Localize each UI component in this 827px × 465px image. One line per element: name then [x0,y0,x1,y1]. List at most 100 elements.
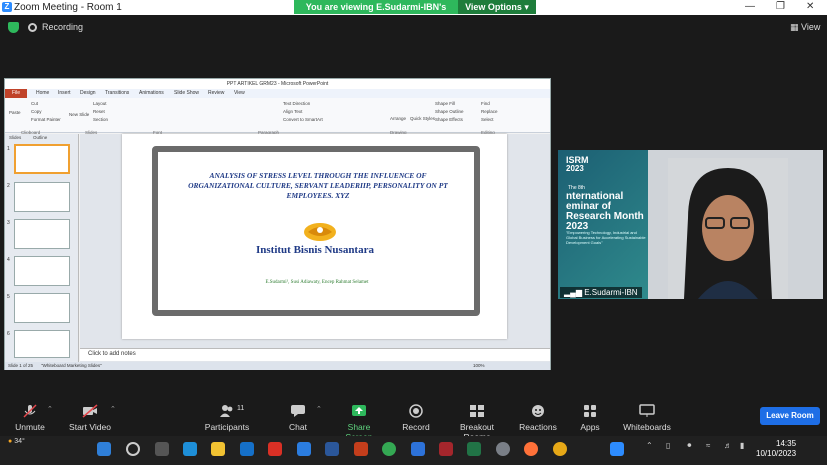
zoom-taskbar-icon[interactable] [610,442,624,456]
ppt-tab-transitions[interactable]: Transitions [105,90,129,96]
participant-video-tile[interactable]: ISRM 2023 The 8th nternational eminar of… [558,150,823,299]
reactions-button[interactable]: Reactions [518,404,558,432]
ribbon-shape-fill[interactable]: Shape Fill [435,101,455,106]
maximize-icon[interactable]: ❐ [776,1,785,12]
tray-chevron-icon[interactable]: ⌃ [646,441,653,450]
ribbon-reset[interactable]: Reset [93,109,105,114]
video-options-chevron-icon[interactable]: ⌃ [110,405,116,413]
ribbon-shape-effects[interactable]: Shape Effects [435,117,463,122]
start-video-button[interactable]: Start Video [67,404,113,432]
volume-icon[interactable]: ♬ [724,441,732,450]
panel-tab-outline[interactable]: Outline [33,135,47,140]
status-slide-count: Slide 1 of 25 [8,363,34,368]
ppt-tab-review[interactable]: Review [208,90,224,96]
weather-icon: ● [8,438,13,445]
slide-thumbnail[interactable] [14,219,70,249]
leave-room-button[interactable]: Leave Room [760,407,820,425]
zoom-level[interactable]: 100% [473,363,485,368]
edge-browser-icon[interactable] [183,442,197,456]
ribbon-format-painter[interactable]: Format Painter [31,117,61,122]
ribbon-arrange[interactable]: Arrange [390,116,406,121]
weather-widget[interactable]: ● 34° [8,438,25,445]
ribbon-select[interactable]: Select [481,117,494,122]
store-icon[interactable] [297,442,311,456]
wifi-icon[interactable]: ≈ [706,441,710,450]
ribbon-new-slide[interactable]: New Slide [69,112,89,117]
record-icon [409,404,423,418]
minimize-icon[interactable]: — [745,1,755,12]
search-icon[interactable] [126,442,140,456]
start-video-label: Start Video [69,422,111,432]
ppt-ribbon-tabs: Home Insert Design Transitions Animation… [5,89,550,98]
media-player-icon[interactable] [553,442,567,456]
chat-button[interactable]: Chat [285,404,311,432]
battery-icon[interactable]: ▮ [740,441,744,450]
whiteboards-button[interactable]: Whiteboards [620,404,674,432]
audio-options-chevron-icon[interactable]: ⌃ [47,405,53,413]
ppt-tab-animations[interactable]: Animations [139,90,164,96]
ribbon-layout[interactable]: Layout [93,101,107,106]
unmute-button[interactable]: Unmute [12,404,48,432]
ribbon-cut[interactable]: Cut [31,101,38,106]
seminar-tagline: "Empowering Technology, Industrial and G… [566,230,646,245]
app-icon[interactable] [439,442,453,456]
windows-start-icon[interactable] [97,442,111,456]
edge-icon[interactable] [240,442,254,456]
file-explorer-icon[interactable] [211,442,225,456]
ribbon-align-text[interactable]: Align Text [283,109,302,114]
view-button[interactable]: ▦ View [790,22,820,33]
ribbon-replace[interactable]: Replace [481,109,498,114]
ribbon-paste[interactable]: Paste [9,110,21,115]
clock[interactable]: 14:35 10/10/2023 [756,439,796,459]
current-slide[interactable]: ANALYSIS OF STRESS LEVEL THROUGH THE INF… [122,134,507,339]
record-button[interactable]: Record [400,404,432,432]
microphone-icon[interactable]: ⚫ [686,441,693,450]
ribbon-copy[interactable]: Copy [31,109,42,114]
ppt-tab-home[interactable]: Home [36,90,49,96]
slide-thumbnail[interactable] [14,330,70,358]
slide-thumbnails-panel: Slides Outline 1 2 3 4 5 6 [5,134,79,366]
slide-editing-area: ANALYSIS OF STRESS LEVEL THROUGH THE INF… [80,134,550,366]
shield-icon[interactable] [8,22,19,33]
view-options-button[interactable]: View Options ▾ [458,0,536,14]
ppt-tab-file[interactable]: File [5,89,27,98]
slide-thumbnail[interactable] [14,256,70,286]
ribbon-shape-outline[interactable]: Shape Outline [435,109,464,114]
view-options-label: View Options [465,2,522,12]
settings-icon[interactable] [496,442,510,456]
institute-name: Institut Bisnis Nusantara [256,244,374,256]
thumb-number: 1 [7,146,10,152]
ribbon-find[interactable]: Find [481,101,490,106]
chat-options-chevron-icon[interactable]: ⌃ [316,405,322,413]
clock-date: 10/10/2023 [756,449,797,458]
participant-name: E.Sudarmi-IBN [584,288,638,297]
unmute-label: Unmute [15,422,45,432]
participant-count: 11 [237,405,245,412]
chrome-icon[interactable] [382,442,396,456]
slide-thumbnail[interactable] [14,182,70,212]
ppt-tab-slide-show[interactable]: Slide Show [174,90,199,96]
reactions-icon [532,405,544,417]
ribbon-text-direction[interactable]: Text Direction [283,101,310,106]
word-icon[interactable] [325,442,339,456]
ribbon-quick-styles[interactable]: Quick Styles [410,116,435,121]
apps-button[interactable]: Apps [578,404,602,432]
ribbon-convert-smartart[interactable]: Convert to SmartArt [283,117,323,122]
ribbon-section[interactable]: Section [93,117,108,122]
powerpoint-icon[interactable] [354,442,368,456]
notes-pane[interactable]: Click to add notes [80,348,550,361]
slide-thumbnail[interactable] [14,293,70,323]
task-view-icon[interactable] [155,442,169,456]
close-icon[interactable]: ✕ [806,1,814,12]
ppt-tab-design[interactable]: Design [80,90,96,96]
excel-icon[interactable] [467,442,481,456]
calendar-icon[interactable] [411,442,425,456]
ppt-tab-view[interactable]: View [234,90,245,96]
slide-thumbnail[interactable] [14,144,70,174]
pdf-reader-icon[interactable] [268,442,282,456]
firefox-icon[interactable] [524,442,538,456]
panel-tab-slides[interactable]: Slides [9,135,21,140]
ppt-tab-insert[interactable]: Insert [58,90,71,96]
camera-off-icon [82,404,98,418]
phone-icon[interactable]: ▯ [666,441,670,450]
